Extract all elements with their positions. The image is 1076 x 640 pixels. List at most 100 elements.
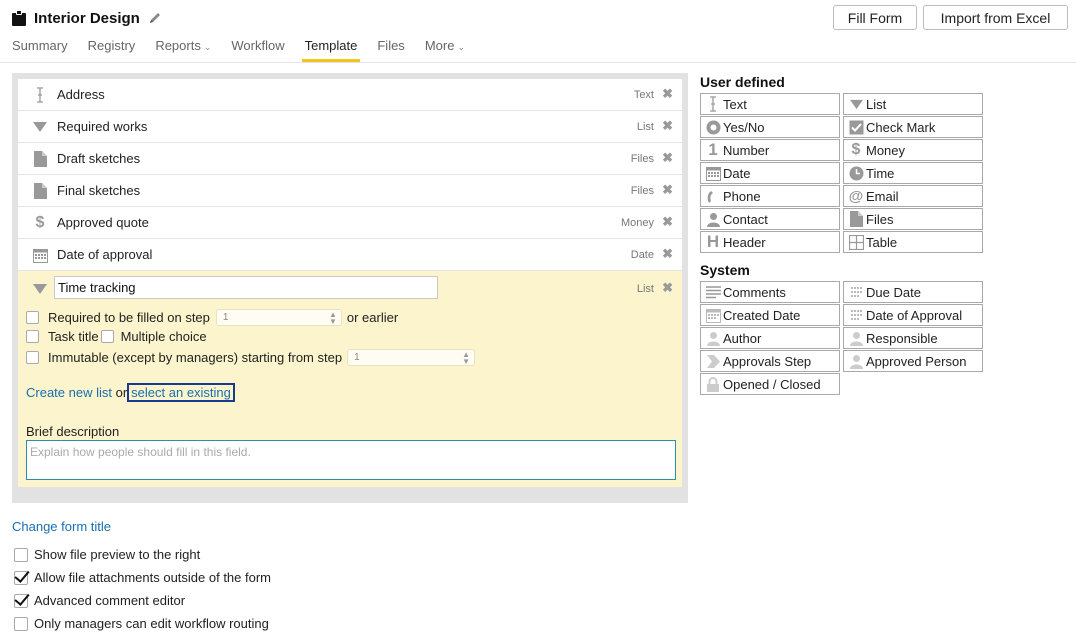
- palette-opened-closed-button[interactable]: Opened / Closed: [700, 373, 840, 395]
- tab-bar: Summary Registry Reports ⌄ Workflow Templ…: [12, 38, 485, 62]
- palette-table-button[interactable]: Table: [843, 231, 983, 253]
- tab-more[interactable]: More ⌄: [425, 38, 465, 62]
- palette-label: Responsible: [866, 330, 938, 346]
- system-heading: System: [700, 262, 750, 278]
- palette-files-button[interactable]: Files: [843, 208, 983, 230]
- form-field-row[interactable]: Draft sketches Files ✖: [18, 143, 682, 175]
- form-field-row[interactable]: Final sketches Files ✖: [18, 175, 682, 207]
- required-step-value: 1: [222, 312, 229, 323]
- palette-label: Time: [866, 165, 895, 181]
- dollar-icon: $: [851, 141, 861, 158]
- pencil-icon[interactable]: [148, 11, 162, 25]
- calendar-dotted-icon: [848, 307, 864, 323]
- palette-check-mark-button[interactable]: Check Mark: [843, 116, 983, 138]
- palette-list-button[interactable]: List: [843, 93, 983, 115]
- palette-approvals-step-button[interactable]: Approvals Step: [700, 350, 840, 372]
- calendar-icon: [32, 247, 48, 263]
- palette-date-of-approval-button[interactable]: Date of Approval: [843, 304, 983, 326]
- nav-divider: [0, 62, 1076, 63]
- or-earlier-label: or earlier: [346, 310, 399, 325]
- palette-responsible-button[interactable]: Responsible: [843, 327, 983, 349]
- comments-icon: [705, 284, 721, 300]
- palette-created-date-button[interactable]: Created Date: [700, 304, 840, 326]
- form-field-row[interactable]: Date of approval Date ✖: [18, 239, 682, 271]
- palette-author-button[interactable]: Author: [700, 327, 840, 349]
- tab-files[interactable]: Files: [377, 38, 404, 62]
- import-excel-button[interactable]: Import from Excel: [923, 5, 1068, 30]
- file-icon: [32, 151, 48, 167]
- immutable-checkbox[interactable]: [26, 351, 39, 364]
- number-one-icon: 1: [708, 140, 718, 159]
- header-icon: H: [706, 232, 720, 251]
- managers-routing-checkbox[interactable]: [14, 616, 28, 631]
- file-icon: [32, 183, 48, 199]
- remove-field-icon[interactable]: ✖: [662, 86, 673, 102]
- tab-workflow[interactable]: Workflow: [231, 38, 284, 62]
- stepper-icon: ▲ ▼: [328, 310, 337, 326]
- palette-approved-person-button[interactable]: Approved Person: [843, 350, 983, 372]
- palette-contact-button[interactable]: Contact: [700, 208, 840, 230]
- fill-form-button[interactable]: Fill Form: [833, 5, 917, 30]
- palette-label: Date of Approval: [866, 307, 963, 323]
- remove-field-icon[interactable]: ✖: [662, 214, 673, 230]
- page-title: Interior Design: [34, 9, 140, 27]
- tab-template[interactable]: Template: [301, 38, 361, 62]
- select-existing-link[interactable]: select an existing: [127, 383, 235, 402]
- form-field-row[interactable]: Address Text ✖: [18, 79, 682, 111]
- tab-registry[interactable]: Registry: [88, 38, 136, 62]
- field-name-input[interactable]: [54, 276, 438, 299]
- calendar-icon: [705, 307, 721, 323]
- remove-field-icon[interactable]: ✖: [662, 118, 673, 134]
- palette-label: Files: [866, 211, 894, 227]
- palette-label: Approvals Step: [723, 353, 812, 369]
- multiple-choice-checkbox[interactable]: [100, 330, 114, 343]
- form-field-row[interactable]: Required works List ✖: [18, 111, 682, 143]
- field-label: Address: [57, 87, 105, 102]
- remove-field-icon[interactable]: ✖: [662, 150, 673, 166]
- file-icon: [848, 211, 864, 227]
- field-type: Text: [633, 89, 654, 101]
- palette-comments-button[interactable]: Comments: [700, 281, 840, 303]
- palette-label: Date: [723, 165, 751, 181]
- palette-due-date-button[interactable]: Due Date: [843, 281, 983, 303]
- field-label: Approved quote: [57, 215, 149, 230]
- brief-description-input[interactable]: Explain how people should fill in this f…: [26, 440, 676, 480]
- palette-label: Due Date: [866, 284, 921, 300]
- dollar-icon: $: [35, 214, 45, 231]
- palette-email-button[interactable]: @ Email: [843, 185, 983, 207]
- create-new-list-link[interactable]: Create new list: [26, 385, 112, 400]
- palette-text-button[interactable]: Text: [700, 93, 840, 115]
- tab-reports[interactable]: Reports ⌄: [155, 38, 211, 62]
- form-field-row[interactable]: $ Approved quote Money ✖: [18, 207, 682, 239]
- or-text: or: [115, 385, 128, 400]
- palette-yes-no-button[interactable]: Yes/No: [700, 116, 840, 138]
- required-checkbox[interactable]: [26, 311, 39, 324]
- chevron-down-icon: ⌄: [457, 42, 465, 52]
- palette-time-button[interactable]: Time: [843, 162, 983, 184]
- task-title-checkbox[interactable]: [26, 330, 39, 343]
- palette-label: Phone: [723, 188, 761, 204]
- file-preview-checkbox[interactable]: [14, 547, 28, 562]
- field-type: List: [636, 121, 654, 133]
- remove-field-icon[interactable]: ✖: [662, 280, 673, 296]
- active-field-editor: List ✖ Required to be filled on step 1 ▲▼…: [18, 271, 682, 487]
- remove-field-icon[interactable]: ✖: [662, 182, 673, 198]
- palette-phone-button[interactable]: Phone: [700, 185, 840, 207]
- palette-money-button[interactable]: $ Money: [843, 139, 983, 161]
- remove-field-icon[interactable]: ✖: [662, 246, 673, 262]
- field-label: Draft sketches: [57, 151, 141, 166]
- checkmark-icon: [848, 119, 864, 135]
- required-step-select[interactable]: 1 ▲ ▼: [215, 309, 342, 326]
- advanced-comment-editor-checkbox[interactable]: [14, 593, 28, 608]
- triangle-down-icon: [848, 96, 864, 112]
- immutable-step-select[interactable]: 1 ▲ ▼: [347, 349, 476, 366]
- palette-header-button[interactable]: H Header: [700, 231, 840, 253]
- at-icon: @: [848, 187, 864, 205]
- palette-number-button[interactable]: 1 Number: [700, 139, 840, 161]
- required-option: Required to be filled on step 1 ▲ ▼ or ear…: [26, 309, 398, 326]
- file-attachments-checkbox[interactable]: [14, 570, 28, 585]
- tab-summary[interactable]: Summary: [12, 38, 68, 62]
- palette-date-button[interactable]: Date: [700, 162, 840, 184]
- field-type: Files: [630, 185, 654, 197]
- change-form-title-link[interactable]: Change form title: [12, 519, 111, 534]
